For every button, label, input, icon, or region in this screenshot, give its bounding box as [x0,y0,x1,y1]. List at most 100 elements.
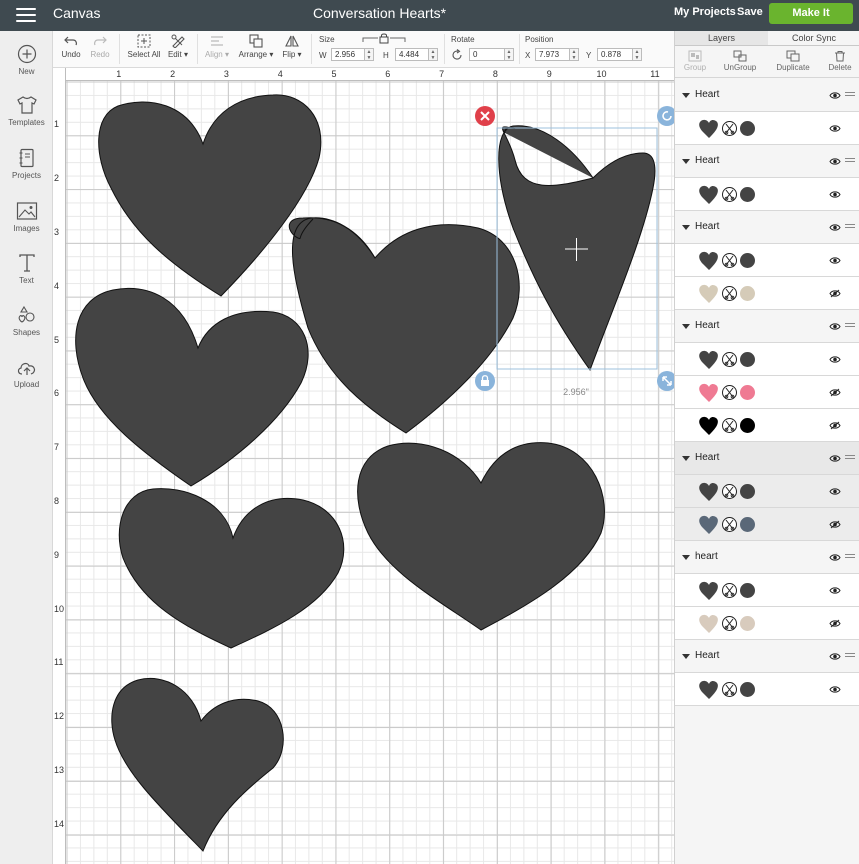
layer-group-row[interactable]: Heart [675,640,859,673]
cut-operation-icon[interactable] [722,385,737,400]
cut-operation-icon[interactable] [722,517,737,532]
color-swatch[interactable] [740,187,755,202]
cut-operation-icon[interactable] [722,484,737,499]
cut-operation-icon[interactable] [722,187,737,202]
nav-templates[interactable]: Templates [0,95,53,127]
flip-menu-button[interactable]: Flip ▾ [279,34,305,59]
color-swatch[interactable] [740,484,755,499]
cut-operation-icon[interactable] [722,616,737,631]
eye-icon[interactable] [829,553,841,562]
cut-operation-icon[interactable] [722,352,737,367]
heart-shape[interactable] [288,217,520,434]
caret-down-icon[interactable] [682,93,690,98]
eye-icon[interactable] [829,157,841,166]
layer-item-row[interactable] [675,409,859,442]
layer-item-row[interactable] [675,112,859,145]
cut-operation-icon[interactable] [722,418,737,433]
caret-down-icon[interactable] [682,555,690,560]
make-it-button[interactable]: Make It [769,3,853,24]
lock-handle[interactable] [475,371,495,391]
drag-handle-icon[interactable] [845,323,855,329]
resize-handle[interactable] [657,371,674,391]
layer-item-row[interactable] [675,343,859,376]
width-stepper[interactable]: ▲ ▼ [365,48,374,61]
cut-operation-icon[interactable] [722,682,737,697]
layer-item-row[interactable] [675,508,859,541]
eye-icon[interactable] [829,454,841,463]
eye-icon[interactable] [829,355,841,364]
layer-item-row[interactable] [675,277,859,310]
cut-operation-icon[interactable] [722,253,737,268]
color-swatch[interactable] [740,682,755,697]
eye-icon[interactable] [829,685,841,694]
drag-handle-icon[interactable] [845,158,855,164]
caret-down-icon[interactable] [682,654,690,659]
rotate-handle[interactable] [657,106,674,126]
drag-handle-icon[interactable] [845,554,855,560]
eye-hidden-icon[interactable] [829,388,841,397]
group-button[interactable]: Group [678,50,712,72]
delete-button[interactable]: Delete [823,50,857,72]
heart-shape[interactable] [75,287,309,487]
nav-upload[interactable]: Upload [0,359,53,389]
heart-shape[interactable] [111,678,284,852]
layer-group-row[interactable]: Heart [675,211,859,244]
select-all-button[interactable]: Select All [125,34,163,59]
nav-text[interactable]: Text [0,253,53,285]
drag-handle-icon[interactable] [845,224,855,230]
tab-layers[interactable]: Layers [675,31,768,46]
color-swatch[interactable] [740,517,755,532]
design-canvas[interactable]: 1 2 3 4 5 6 7 8 9 10 11 1 2 3 4 5 6 7 8 9 10 11 12 13 14 2.956" [53,68,674,864]
eye-hidden-icon[interactable] [829,289,841,298]
x-position-stepper[interactable]: ▲ ▼ [570,48,579,61]
layer-item-row[interactable] [675,244,859,277]
heart-shape[interactable] [118,488,345,649]
my-projects-link[interactable]: My Projects [674,6,736,18]
align-menu-button[interactable]: Align ▾ [201,34,233,59]
eye-icon[interactable] [829,256,841,265]
eye-icon[interactable] [829,124,841,133]
cut-operation-icon[interactable] [722,121,737,136]
heart-shape[interactable] [98,94,322,297]
caret-down-icon[interactable] [682,456,690,461]
color-swatch[interactable] [740,583,755,598]
color-swatch[interactable] [740,418,755,433]
ungroup-button[interactable]: UnGroup [720,50,760,72]
layer-group-row[interactable]: Heart [675,79,859,112]
nav-new[interactable]: New [0,44,53,76]
x-position-input[interactable]: 7.973 [535,48,570,61]
width-input[interactable]: 2.956 [331,48,365,61]
layer-item-row[interactable] [675,178,859,211]
save-link[interactable]: Save [737,6,763,18]
heart-shape[interactable] [357,442,605,631]
drag-handle-icon[interactable] [845,92,855,98]
eye-hidden-icon[interactable] [829,520,841,529]
eye-icon[interactable] [829,322,841,331]
nav-images[interactable]: Images [0,201,53,233]
tab-color-sync[interactable]: Color Sync [768,31,859,46]
nav-projects[interactable]: Projects [0,148,53,180]
nav-shapes[interactable]: Shapes [0,305,53,337]
caret-down-icon[interactable] [682,225,690,230]
color-swatch[interactable] [740,385,755,400]
caret-down-icon[interactable] [682,159,690,164]
y-position-stepper[interactable]: ▲ ▼ [633,48,642,61]
drag-handle-icon[interactable] [845,455,855,461]
cut-operation-icon[interactable] [722,286,737,301]
layer-item-row[interactable] [675,673,859,706]
layer-item-row[interactable] [675,607,859,640]
eye-icon[interactable] [829,223,841,232]
color-swatch[interactable] [740,121,755,136]
rotate-input[interactable]: 0 [469,48,505,61]
layer-item-row[interactable] [675,376,859,409]
color-swatch[interactable] [740,616,755,631]
eye-hidden-icon[interactable] [829,421,841,430]
eye-icon[interactable] [829,91,841,100]
eye-icon[interactable] [829,487,841,496]
rotate-stepper[interactable]: ▲ ▼ [505,48,514,61]
layer-group-row[interactable]: heart [675,541,859,574]
cut-operation-icon[interactable] [722,583,737,598]
lock-aspect-icon[interactable] [361,33,407,44]
color-swatch[interactable] [740,253,755,268]
layer-item-row[interactable] [675,574,859,607]
